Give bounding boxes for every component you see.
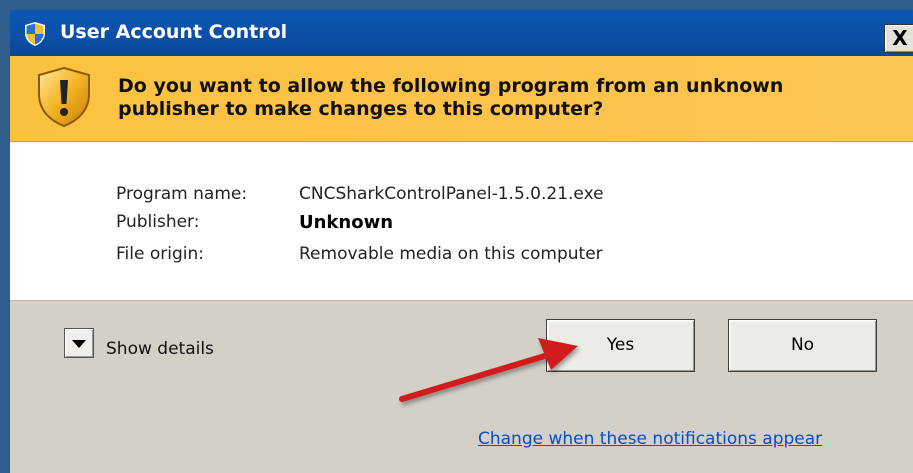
- prompt-heading: Do you want to allow the following progr…: [118, 75, 878, 121]
- close-button[interactable]: X: [884, 24, 913, 53]
- warning-banner: Do you want to allow the following progr…: [10, 56, 913, 142]
- program-info-panel: Program name: CNCSharkControlPanel-1.5.0…: [10, 142, 913, 301]
- file-origin-label: File origin:: [116, 244, 204, 264]
- file-origin-value: Removable media on this computer: [299, 244, 603, 264]
- warning-shield-icon: [38, 66, 90, 128]
- show-details-label[interactable]: Show details: [106, 339, 214, 359]
- no-button[interactable]: No: [728, 319, 877, 372]
- uac-dialog: User Account Control X Do you want to al…: [0, 0, 913, 473]
- program-name-label: Program name:: [116, 184, 248, 204]
- uac-shield-icon: [25, 22, 45, 46]
- prompt-heading-line1: Do you want to allow the following progr…: [118, 75, 784, 97]
- publisher-label: Publisher:: [116, 212, 200, 232]
- close-icon: X: [892, 26, 908, 50]
- dialog-body: Do you want to allow the following progr…: [10, 56, 913, 473]
- window-title: User Account Control: [60, 21, 288, 43]
- publisher-value: Unknown: [299, 212, 394, 233]
- chevron-down-icon: [72, 340, 86, 348]
- notification-settings-link[interactable]: Change when these notifications appear: [478, 429, 822, 449]
- yes-button[interactable]: Yes: [546, 319, 695, 372]
- program-name-value: CNCSharkControlPanel-1.5.0.21.exe: [299, 184, 604, 204]
- title-bar: User Account Control X: [10, 10, 913, 56]
- show-details-toggle[interactable]: [64, 328, 94, 358]
- prompt-heading-line2: publisher to make changes to this comput…: [118, 98, 604, 120]
